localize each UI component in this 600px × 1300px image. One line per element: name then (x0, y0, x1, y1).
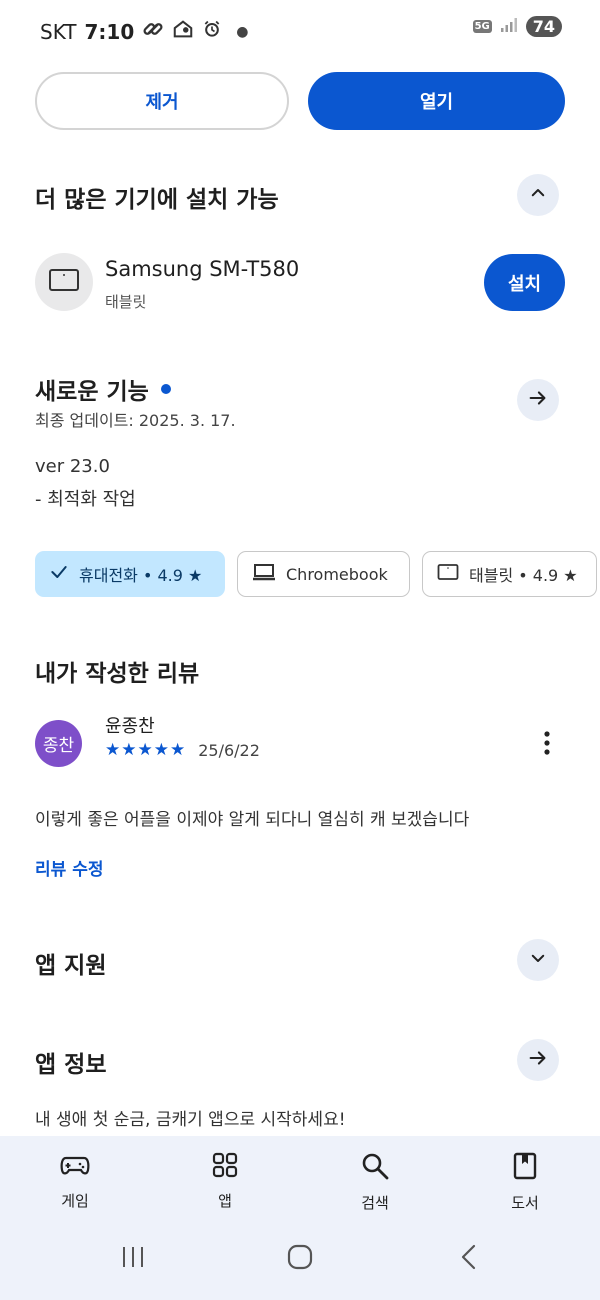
whats-new-heading: 새로운 기능 (35, 372, 171, 406)
star-rating: ★★★★★ (105, 740, 187, 760)
app-info-title: 앱 정보 (35, 1052, 107, 1078)
whats-new-title: 새로운 기능 (35, 379, 149, 405)
app-info-arrow-button[interactable] (517, 1039, 559, 1081)
nav-books-label: 도서 (511, 1194, 539, 1212)
battery-indicator: 74 (525, 16, 562, 37)
open-button[interactable]: 열기 (308, 72, 565, 130)
notification-dot-icon: ● (236, 23, 249, 40)
home-icon (287, 1244, 313, 1274)
status-bar-right: 5G 74 (472, 16, 562, 37)
avatar: 종찬 (35, 720, 82, 767)
check-icon (49, 562, 69, 586)
link-icon (142, 18, 164, 45)
arrow-right-icon (527, 387, 549, 413)
tablet-icon (48, 268, 80, 296)
nav-games[interactable]: 게임 (25, 1152, 125, 1211)
chip-phone[interactable]: 휴대전화 • 4.9 ★ (35, 551, 225, 597)
laptop-icon (252, 562, 276, 586)
network-type-badge: 5G (472, 20, 492, 33)
chip-phone-label: 휴대전화 • 4.9 ★ (79, 566, 203, 585)
chip-chromebook[interactable]: Chromebook (237, 551, 410, 597)
new-indicator-dot (160, 384, 171, 394)
more-devices-title: 더 많은 기기에 설치 가능 (35, 187, 279, 213)
back-button[interactable] (458, 1244, 480, 1274)
device-name: Samsung SM-T580 (105, 257, 300, 281)
review-more-button[interactable] (530, 728, 564, 762)
home-status-icon (172, 18, 194, 45)
review-date: 25/6/22 (198, 740, 260, 760)
nav-apps-label: 앱 (218, 1192, 232, 1210)
nav-apps[interactable]: 앱 (175, 1152, 275, 1211)
uninstall-button[interactable]: 제거 (35, 72, 289, 130)
app-info-description: 내 생애 첫 순금, 금캐기 앱으로 시작하세요! (35, 1110, 346, 1130)
book-icon (513, 1152, 537, 1184)
search-icon (361, 1153, 389, 1184)
nav-search-label: 검색 (361, 1194, 389, 1212)
release-note: - 최적화 작업 (35, 489, 136, 510)
back-icon (458, 1244, 480, 1274)
device-type: 태블릿 (105, 293, 147, 311)
gamepad-icon (60, 1156, 90, 1182)
nav-games-label: 게임 (61, 1192, 89, 1210)
home-button[interactable] (287, 1244, 313, 1274)
chip-tablet[interactable]: 태블릿 • 4.9 ★ (422, 551, 597, 597)
my-review-title: 내가 작성한 리뷰 (35, 661, 200, 687)
app-support-title: 앱 지원 (35, 953, 107, 979)
signal-icon (500, 17, 518, 37)
arrow-right-icon (527, 1047, 549, 1073)
review-author: 윤종찬 (105, 716, 155, 737)
status-bar-left: SKT 7:10 ● (40, 18, 248, 45)
device-avatar (35, 253, 93, 311)
recent-apps-button[interactable] (120, 1244, 146, 1274)
chevron-up-icon (529, 184, 547, 206)
nav-books[interactable]: 도서 (475, 1152, 575, 1213)
chevron-down-icon (529, 949, 547, 971)
recents-icon (120, 1247, 146, 1274)
version-text: ver 23.0 (35, 456, 110, 477)
review-body: 이렇게 좋은 어플을 이제야 알게 되다니 열심히 캐 보겠습니다 (35, 810, 470, 830)
more-vert-icon (543, 730, 551, 760)
chip-chromebook-label: Chromebook (286, 564, 388, 584)
whats-new-arrow-button[interactable] (517, 379, 559, 421)
last-updated: 최종 업데이트: 2025. 3. 17. (35, 411, 236, 430)
tablet-icon (437, 563, 459, 585)
edit-review-link[interactable]: 리뷰 수정 (35, 855, 103, 880)
nav-search[interactable]: 검색 (325, 1152, 425, 1213)
review-meta: ★★★★★ 25/6/22 (105, 740, 260, 760)
alarm-icon (202, 19, 222, 44)
collapse-button[interactable] (517, 174, 559, 216)
apps-grid-icon (212, 1152, 238, 1182)
app-support-expand-button[interactable] (517, 939, 559, 981)
install-button[interactable]: 설치 (484, 254, 565, 311)
chip-tablet-label: 태블릿 • 4.9 ★ (469, 566, 578, 585)
clock: 7:10 (84, 19, 135, 44)
carrier-label: SKT (40, 19, 77, 44)
